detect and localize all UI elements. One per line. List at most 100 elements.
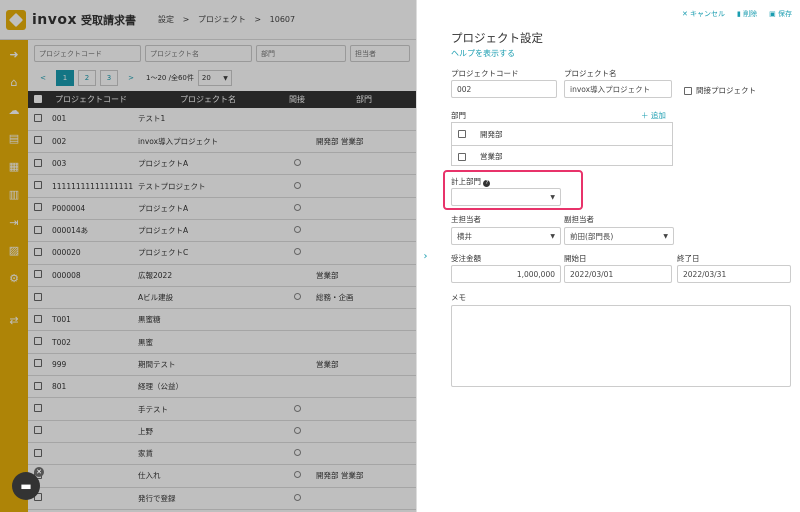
end-date-input[interactable]: 2022/03/31 [677,265,791,283]
cancel-button[interactable]: ✕ キャンセル [682,9,725,19]
main-person-select[interactable]: 横井 ▼ [451,227,561,245]
table-row[interactable]: 000014あ プロジェクトA [28,219,416,243]
table-row[interactable]: 801 経理（公益） [28,375,416,399]
table-row[interactable]: 11111111111111111111テストプロジェクト [28,174,416,198]
column-header-indirect[interactable]: 間接 [282,91,312,108]
row-checkbox[interactable] [34,404,42,412]
indirect-cell [282,487,312,510]
per-page-value: 20 [201,74,211,82]
exchange-icon[interactable]: ⇄ [0,306,28,334]
department-checkbox[interactable] [458,130,466,138]
person-filter[interactable] [350,45,410,62]
start-date-label: 開始日 [564,254,587,263]
question-icon[interactable]: ? [483,180,491,187]
table-row[interactable]: 手テスト [28,397,416,421]
per-page-select[interactable]: 20 ▼ [197,70,232,86]
row-checkbox[interactable] [34,359,42,368]
row-checkbox[interactable] [34,314,42,323]
project-name-cell: 黒蜜 [134,330,282,354]
next-page-button[interactable]: > [122,70,140,86]
cloud-upload-icon[interactable]: ☁ [0,96,28,124]
project-name-input[interactable]: invox導入プロジェクト [564,80,672,98]
save-button[interactable]: ▣ 保存 [769,9,792,19]
export-icon[interactable]: ⇥ [0,208,28,236]
start-date-input[interactable]: 2022/03/01 [564,265,672,283]
row-checkbox[interactable] [34,203,42,212]
panel-collapse-handle[interactable]: › [416,0,434,512]
project-name-cell: 発行で登録 [134,487,282,510]
chart-icon[interactable]: ▨ [0,236,28,264]
indirect-project-label: 間接プロジェクト [696,86,756,95]
department-filter[interactable] [256,45,346,62]
logo[interactable]: invox 受取請求書 [6,9,137,30]
row-checkbox[interactable] [34,225,42,234]
table-row[interactable]: T001 黒蜜糖 [28,308,416,332]
table-row[interactable]: P000004 プロジェクトA [28,197,416,220]
project-code-cell [48,286,134,310]
table-row[interactable]: 999 期間テスト 営業部 [28,353,416,377]
table-row[interactable]: 仕入れ 開発部 営業部 [28,464,416,488]
prev-page-button[interactable]: < [34,70,52,86]
column-header-code[interactable]: プロジェクトコード [48,91,134,108]
row-checkbox[interactable] [34,247,42,256]
indirect-project-option[interactable]: 間接プロジェクト [684,85,756,96]
row-checkbox[interactable] [34,426,42,435]
table-row[interactable]: 002 invox導入プロジェクト 開発部 営業部 [28,130,416,154]
delete-button[interactable]: ▮ 削除 [737,9,757,19]
table-row[interactable]: 家賃 [28,442,416,466]
arrow-right-circle-icon[interactable]: ➜ [0,40,28,68]
building-icon[interactable]: ▥ [0,180,28,208]
department-checkbox[interactable] [458,152,466,161]
column-header-department[interactable]: 部門 [312,91,416,108]
row-checkbox[interactable] [34,113,42,122]
list-item[interactable]: 営業部 [452,145,672,167]
project-code-filter[interactable] [34,45,141,62]
document-check-icon[interactable]: ▦ [0,152,28,180]
breadcrumb-project[interactable]: プロジェクト [198,15,246,24]
page-3-button[interactable]: 3 [100,70,118,86]
project-name-cell: 家賃 [134,442,282,466]
home-icon[interactable]: ⌂ [0,68,28,96]
row-checkbox[interactable] [34,292,42,301]
table-row[interactable]: Aビル建設 総務・企画 [28,286,416,310]
page-2-button[interactable]: 2 [78,70,96,86]
sub-person-select[interactable]: 前田(部門長) ▼ [564,227,674,245]
table-row[interactable]: 000020 プロジェクトC [28,241,416,265]
add-department-button[interactable]: ＋ 追加 [641,110,666,121]
booking-department-select[interactable]: ▼ [451,188,561,206]
row-checkbox[interactable] [34,381,42,390]
page-1-button[interactable]: 1 [56,70,74,86]
document-icon[interactable]: ▤ [0,124,28,152]
logo-subtitle: 受取請求書 [81,13,137,27]
row-checkbox[interactable] [34,158,42,167]
delete-label: 削除 [743,10,758,18]
list-item[interactable]: 開発部 [452,123,672,145]
indirect-mark-icon [293,181,301,189]
project-code-input[interactable]: 002 [451,80,557,98]
breadcrumb-settings[interactable]: 設定 [158,15,174,24]
table-row[interactable]: T002 黒蜜 [28,330,416,354]
row-checkbox[interactable] [34,136,42,145]
row-checkbox[interactable] [34,181,42,190]
gear-icon[interactable]: ⚙ [0,264,28,292]
select-all-checkbox[interactable] [34,94,42,103]
indirect-cell [282,330,312,354]
row-checkbox[interactable] [34,270,42,279]
close-chat-icon[interactable]: ✕ [34,467,44,477]
help-link[interactable]: ヘルプを表示する [451,48,515,59]
table-row[interactable]: 発行で登録 [28,487,416,510]
table-row[interactable]: 上野 [28,420,416,443]
row-checkbox[interactable] [34,337,42,346]
department-cell [312,420,416,443]
project-name-cell: プロジェクトA [134,152,282,176]
project-name-filter[interactable] [145,45,252,62]
memo-textarea[interactable] [451,305,791,387]
department-cell [312,308,416,332]
row-checkbox[interactable] [34,448,42,457]
amount-input[interactable]: 1,000,000 [451,265,561,283]
table-row[interactable]: 003 プロジェクトA [28,152,416,176]
indirect-project-checkbox[interactable] [684,86,692,95]
table-row[interactable]: 001 テスト1 [28,108,416,131]
column-header-name[interactable]: プロジェクト名 [134,91,282,108]
table-row[interactable]: 000008 広報2022 営業部 [28,264,416,287]
